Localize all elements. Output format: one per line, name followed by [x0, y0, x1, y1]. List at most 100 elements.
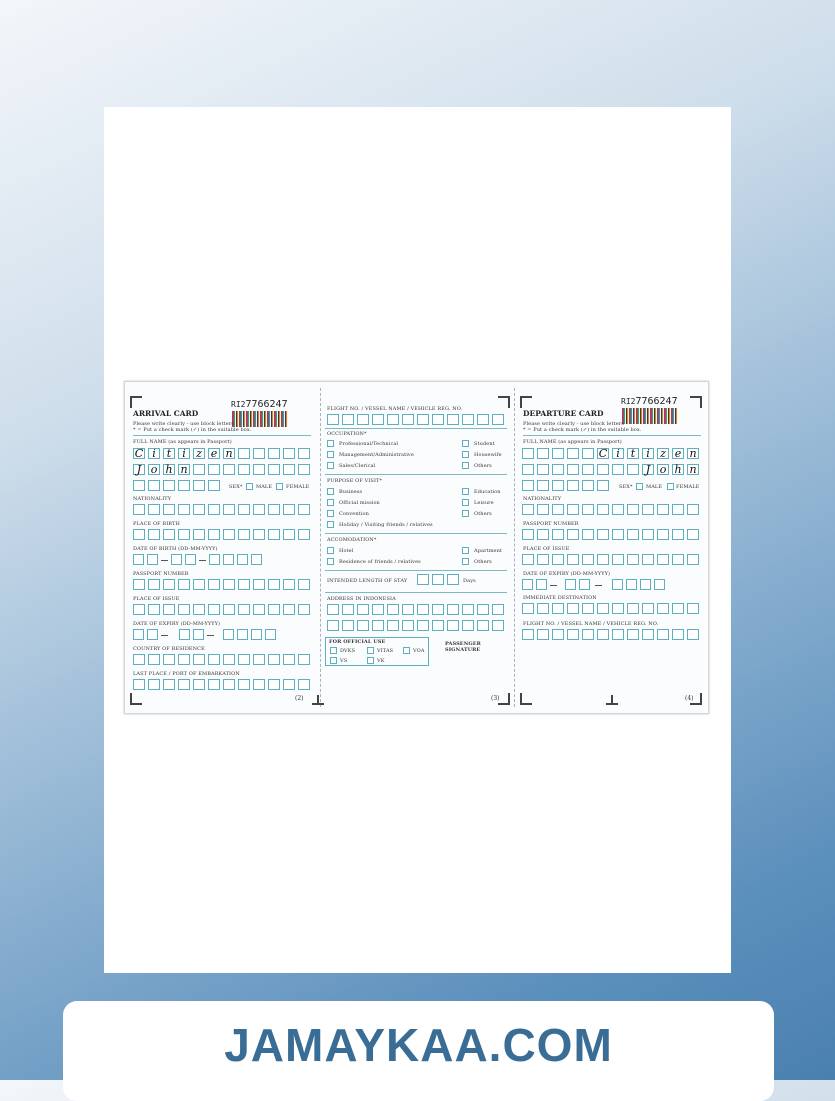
char-box[interactable] [223, 464, 235, 475]
voa-checkbox[interactable] [403, 647, 410, 654]
char-box[interactable] [582, 464, 594, 475]
char-box[interactable] [537, 554, 549, 565]
char-box[interactable] [298, 448, 310, 459]
char-box[interactable] [298, 654, 310, 665]
country-of-residence-boxes[interactable] [133, 654, 310, 665]
char-box[interactable] [522, 504, 534, 515]
char-box[interactable] [148, 504, 160, 515]
char-box[interactable] [537, 603, 549, 614]
char-box[interactable]: z [193, 448, 205, 459]
male-checkbox[interactable] [636, 483, 643, 490]
char-box[interactable] [327, 620, 339, 631]
option-checkbox[interactable] [327, 521, 334, 528]
char-box[interactable] [148, 654, 160, 665]
char-box[interactable] [327, 414, 339, 425]
option-checkbox[interactable] [327, 510, 334, 517]
char-box[interactable] [163, 529, 175, 540]
char-box[interactable] [582, 629, 594, 640]
char-box[interactable] [612, 529, 624, 540]
char-box[interactable] [657, 554, 669, 565]
char-box[interactable] [552, 504, 564, 515]
char-box[interactable] [672, 504, 684, 515]
char-box[interactable] [163, 654, 175, 665]
char-box[interactable] [462, 620, 474, 631]
char-box[interactable] [268, 679, 280, 690]
char-box[interactable] [178, 654, 190, 665]
dob-day-boxes[interactable] [133, 554, 158, 565]
char-box[interactable] [193, 529, 205, 540]
char-box[interactable] [387, 620, 399, 631]
char-box[interactable] [208, 579, 220, 590]
char-box[interactable] [417, 620, 429, 631]
char-box[interactable] [552, 480, 564, 491]
char-box[interactable] [597, 554, 609, 565]
char-box[interactable] [253, 464, 265, 475]
vs-checkbox[interactable] [330, 657, 337, 664]
char-box[interactable] [238, 529, 250, 540]
char-box[interactable] [372, 620, 384, 631]
char-box[interactable] [238, 679, 250, 690]
char-box[interactable] [268, 604, 280, 615]
char-box[interactable] [612, 629, 624, 640]
vitas-checkbox[interactable] [367, 647, 374, 654]
char-box[interactable] [357, 620, 369, 631]
char-box[interactable] [522, 529, 534, 540]
char-box[interactable] [582, 529, 594, 540]
char-box[interactable] [178, 679, 190, 690]
option-checkbox[interactable] [462, 451, 469, 458]
char-box[interactable] [492, 414, 504, 425]
char-box[interactable] [223, 504, 235, 515]
char-box[interactable] [552, 629, 564, 640]
last-place-boxes[interactable] [133, 679, 310, 690]
char-box[interactable] [687, 529, 699, 540]
nationality-boxes[interactable] [522, 504, 699, 515]
char-box[interactable] [612, 554, 624, 565]
expiry-month-boxes[interactable] [565, 579, 590, 590]
char-box[interactable] [208, 529, 220, 540]
char-box[interactable]: t [163, 448, 175, 459]
option-checkbox[interactable] [327, 499, 334, 506]
char-box[interactable] [283, 448, 295, 459]
char-box[interactable] [537, 448, 549, 459]
char-box[interactable] [552, 603, 564, 614]
female-checkbox[interactable] [667, 483, 674, 490]
char-box[interactable] [402, 414, 414, 425]
char-box[interactable] [148, 480, 160, 491]
char-box[interactable] [223, 529, 235, 540]
char-box[interactable]: e [672, 448, 684, 459]
char-box[interactable] [178, 529, 190, 540]
char-box[interactable] [268, 504, 280, 515]
char-box[interactable] [208, 464, 220, 475]
char-box[interactable] [283, 529, 295, 540]
char-box[interactable] [627, 629, 639, 640]
char-box[interactable] [342, 604, 354, 615]
char-box[interactable] [462, 414, 474, 425]
char-box[interactable] [253, 579, 265, 590]
char-box[interactable] [582, 448, 594, 459]
flight-number-boxes[interactable] [327, 414, 504, 425]
char-box[interactable] [208, 604, 220, 615]
char-box[interactable] [208, 504, 220, 515]
char-box[interactable] [238, 464, 250, 475]
char-box[interactable] [627, 603, 639, 614]
char-box[interactable] [627, 504, 639, 515]
char-box[interactable]: i [612, 448, 624, 459]
char-box[interactable] [537, 529, 549, 540]
option-checkbox[interactable] [462, 440, 469, 447]
option-checkbox[interactable] [327, 547, 334, 554]
char-box[interactable] [567, 629, 579, 640]
char-box[interactable] [133, 579, 145, 590]
char-box[interactable] [642, 504, 654, 515]
char-box[interactable] [537, 480, 549, 491]
expiry-year-boxes[interactable] [612, 579, 665, 590]
destination-boxes[interactable] [522, 603, 699, 614]
char-box[interactable]: i [148, 448, 160, 459]
char-box[interactable] [238, 504, 250, 515]
char-box[interactable] [522, 554, 534, 565]
char-box[interactable]: J [642, 464, 654, 475]
given-name-boxes[interactable]: John [133, 464, 310, 475]
char-box[interactable] [432, 620, 444, 631]
char-box[interactable]: h [163, 464, 175, 475]
char-box[interactable]: h [672, 464, 684, 475]
char-box[interactable]: o [148, 464, 160, 475]
